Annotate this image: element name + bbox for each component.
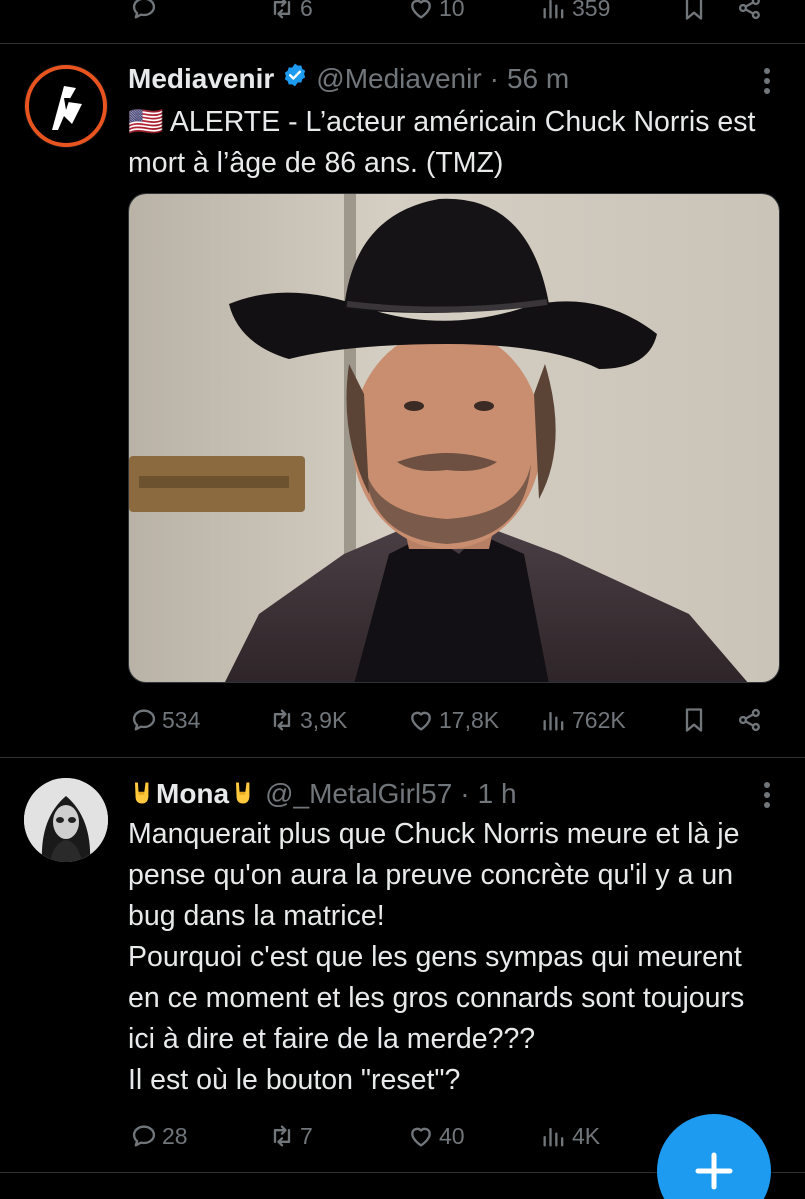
repost-count: 7 bbox=[300, 1122, 313, 1149]
reply-button[interactable]: 28 bbox=[130, 1116, 188, 1156]
avatar-photo bbox=[24, 778, 108, 862]
prev-tweet-actions: 6 10 359 bbox=[0, 0, 805, 28]
views-button[interactable]: 4K bbox=[540, 1116, 600, 1156]
more-options-icon[interactable] bbox=[757, 778, 777, 818]
bookmark-icon bbox=[685, 0, 703, 20]
bookmark-button[interactable] bbox=[680, 0, 708, 28]
tweet-time[interactable]: 56 m bbox=[507, 63, 569, 95]
verified-badge-icon bbox=[285, 63, 306, 87]
reply-button[interactable]: 534 bbox=[130, 700, 200, 740]
reply-count: 534 bbox=[162, 706, 201, 733]
like-icon bbox=[411, 1127, 431, 1147]
avatar[interactable] bbox=[24, 64, 108, 148]
sign-of-horns-emoji-icon bbox=[236, 782, 250, 804]
bookmark-button[interactable] bbox=[680, 700, 708, 740]
us-flag-emoji: 🇺🇸 bbox=[128, 106, 164, 138]
like-icon bbox=[411, 0, 431, 19]
author-name: Mona bbox=[156, 778, 230, 809]
tweet-header: Mona @_MetalGirl57 · 1 h bbox=[128, 778, 735, 810]
tweet-text-content: Manquerait plus que Chuck Norris meure e… bbox=[128, 818, 745, 1096]
repost-icon bbox=[273, 0, 291, 19]
bookmark-icon bbox=[685, 708, 703, 732]
share-button[interactable] bbox=[736, 0, 764, 28]
share-icon bbox=[738, 708, 760, 732]
timeline: 6 10 359 Mediavenir @Mediavenir · 56 m 🇺… bbox=[0, 0, 805, 1199]
views-button[interactable]: 762K bbox=[540, 700, 626, 740]
views-icon bbox=[543, 711, 564, 731]
share-icon bbox=[738, 0, 760, 20]
author-name-wrapper[interactable]: Mona bbox=[128, 778, 257, 810]
author-handle[interactable]: @_MetalGirl57 bbox=[265, 778, 452, 810]
tweet-text: Manquerait plus que Chuck Norris meure e… bbox=[128, 814, 765, 1101]
tweet-media-photo[interactable] bbox=[128, 193, 780, 683]
tweet-text: 🇺🇸 ALERTE - L’acteur américain Chuck Nor… bbox=[128, 102, 765, 184]
share-button[interactable] bbox=[736, 700, 764, 740]
tweet-actions: 534 3,9K 17,8K 762K bbox=[0, 700, 805, 740]
portrait-photo bbox=[129, 194, 779, 682]
compose-plus-icon bbox=[695, 1152, 733, 1190]
views-count: 762K bbox=[572, 706, 626, 733]
views-icon bbox=[543, 0, 564, 19]
views-count: 4K bbox=[572, 1122, 601, 1149]
sign-of-horns-emoji-icon bbox=[135, 782, 149, 804]
repost-button[interactable]: 7 bbox=[268, 1116, 313, 1156]
like-count: 17,8K bbox=[439, 706, 500, 733]
tweet-mediavenir[interactable]: Mediavenir @Mediavenir · 56 m 🇺🇸 ALERTE … bbox=[0, 44, 805, 757]
mediavenir-logo bbox=[25, 65, 107, 147]
views-count: 359 bbox=[572, 0, 611, 21]
repost-button[interactable]: 6 bbox=[268, 0, 313, 28]
repost-count: 3,9K bbox=[300, 706, 348, 733]
like-count: 10 bbox=[439, 0, 465, 21]
tweet-header: Mediavenir @Mediavenir · 56 m bbox=[128, 62, 735, 95]
like-icon bbox=[411, 711, 431, 731]
repost-icon bbox=[273, 1125, 291, 1147]
repost-button[interactable]: 3,9K bbox=[268, 700, 347, 740]
like-button[interactable]: 10 bbox=[407, 0, 465, 28]
reply-icon bbox=[132, 0, 156, 19]
reply-button[interactable] bbox=[130, 0, 162, 28]
reply-icon bbox=[132, 709, 156, 731]
more-options-icon[interactable] bbox=[757, 64, 777, 104]
tweet-time[interactable]: 1 h bbox=[478, 778, 517, 810]
repost-icon bbox=[273, 709, 291, 731]
separator-dot: · bbox=[460, 778, 470, 809]
author-name[interactable]: Mediavenir bbox=[128, 63, 274, 95]
views-icon bbox=[543, 1127, 564, 1147]
avatar[interactable] bbox=[24, 778, 108, 862]
reply-icon bbox=[132, 1125, 156, 1147]
tweet-text-content: ALERTE - L’acteur américain Chuck Norris… bbox=[128, 106, 764, 179]
like-count: 40 bbox=[439, 1122, 465, 1149]
author-handle[interactable]: @Mediavenir bbox=[316, 63, 481, 95]
like-button[interactable]: 17,8K bbox=[407, 700, 499, 740]
like-button[interactable]: 40 bbox=[407, 1116, 465, 1156]
views-button[interactable]: 359 bbox=[540, 0, 610, 28]
separator-dot: · bbox=[489, 63, 499, 94]
repost-count: 6 bbox=[300, 0, 313, 21]
reply-count: 28 bbox=[162, 1122, 188, 1149]
tweet-mona[interactable]: Mona @_MetalGirl57 · 1 h Manquerait plus… bbox=[0, 758, 805, 1178]
